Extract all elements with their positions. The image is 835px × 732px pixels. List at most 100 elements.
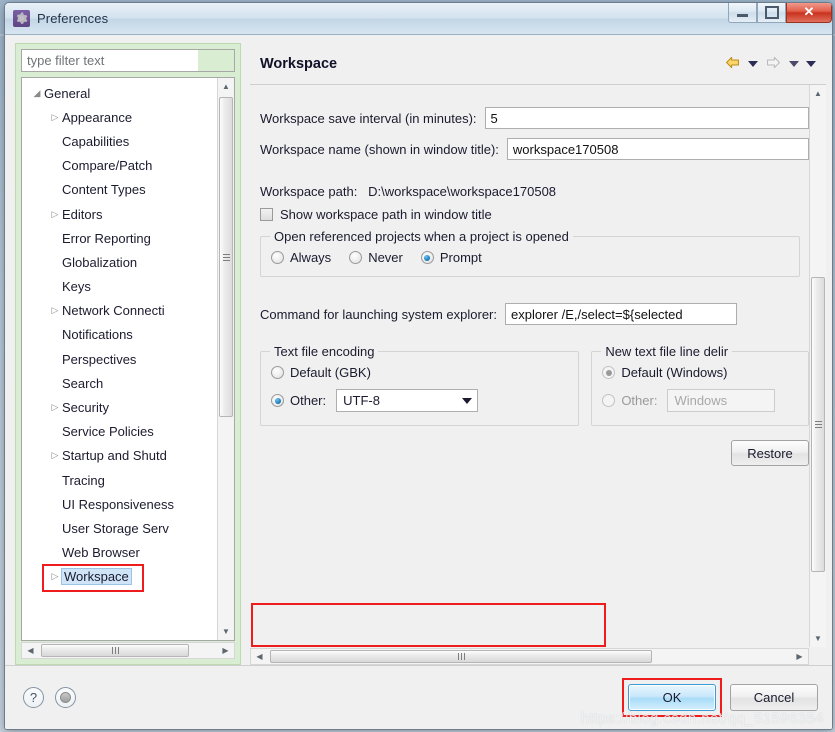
triangle-right-icon[interactable]: ▷ — [48, 402, 62, 413]
page-hscroll-track[interactable] — [268, 649, 791, 664]
apply-button[interactable] — [55, 687, 76, 708]
tree-item-error-reporting[interactable]: Error Reporting — [22, 226, 217, 250]
command-explorer-input[interactable]: explorer /E,/select=${selected — [505, 303, 737, 325]
close-button[interactable]: ✕ — [786, 3, 832, 23]
tree-hscroll-track[interactable] — [39, 643, 217, 658]
footer-buttons: OK Cancel — [622, 678, 818, 717]
tree-item-notifications[interactable]: Notifications — [22, 323, 217, 347]
scroll-down-arrow[interactable]: ▼ — [810, 630, 826, 647]
tree-item-keys[interactable]: Keys — [22, 275, 217, 299]
delimiter-other-row[interactable]: Other: Windows — [602, 389, 798, 412]
tree-horizontal-scrollbar[interactable]: ◀ ▶ — [21, 642, 235, 659]
tree-item-label: General — [44, 85, 91, 101]
delimiter-other-radio[interactable] — [602, 394, 616, 407]
triangle-right-icon[interactable]: ▷ — [48, 450, 62, 461]
forward-arrow-icon[interactable] — [765, 55, 782, 73]
workspace-name-input[interactable]: workspace170508 — [506, 138, 809, 160]
tree-item-label: Startup and Shutd — [62, 448, 167, 464]
triangle-right-icon[interactable]: ▷ — [48, 209, 62, 220]
tree-item-capabilities[interactable]: Capabilities — [22, 129, 217, 153]
tree-item-search[interactable]: Search — [22, 371, 217, 395]
tree-item-appearance[interactable]: ▷ Appearance — [22, 105, 217, 129]
tree-item-compare-patch[interactable]: Compare/Patch — [22, 154, 217, 178]
scroll-down-arrow[interactable]: ▼ — [218, 623, 234, 640]
page-horizontal-scrollbar[interactable]: ◀ ▶ — [250, 648, 809, 665]
window-title-bar[interactable]: Preferences ✕ — [5, 3, 832, 35]
tree-scroll-track[interactable] — [218, 95, 234, 623]
encoding-other-label: Other: — [290, 393, 327, 408]
window-body: type filter text ◢ General ▷ Appearance Capa… — [5, 35, 832, 729]
ok-button[interactable]: OK — [628, 684, 716, 711]
help-button[interactable]: ? — [23, 687, 44, 708]
referenced-projects-option-always[interactable]: Always — [271, 250, 331, 265]
tree-scroll-thumb[interactable] — [219, 97, 233, 417]
radio-never[interactable] — [349, 251, 363, 264]
triangle-right-icon[interactable]: ▷ — [48, 305, 62, 316]
delimiter-default-radio[interactable] — [602, 366, 616, 379]
tree-item-workspace[interactable]: ▷ Workspace — [22, 565, 217, 589]
tree-item-content-types[interactable]: Content Types — [22, 178, 217, 202]
tree-item-editors[interactable]: ▷ Editors — [22, 202, 217, 226]
page-scroll-thumb[interactable] — [811, 277, 825, 572]
restore-defaults-button[interactable]: Restore — [731, 440, 809, 466]
encoding-other-row[interactable]: Other: UTF-8 — [271, 389, 568, 412]
workspace-path-label: Workspace path: — [260, 184, 358, 199]
save-interval-input[interactable]: 5 — [484, 107, 809, 129]
encoding-default-radio[interactable] — [271, 366, 284, 379]
back-history-chevron-down-icon[interactable] — [748, 60, 758, 67]
tree-item-web-browser[interactable]: Web Browser — [22, 541, 217, 565]
restore-defaults-label: Restore — [747, 445, 793, 461]
tree-scroll-area[interactable]: ◢ General ▷ Appearance Capabilities Compare/P… — [22, 78, 217, 640]
referenced-projects-options: Always Never Prompt — [271, 250, 789, 265]
minimize-button[interactable] — [728, 3, 757, 23]
tree-item-service-policies[interactable]: Service Policies — [22, 420, 217, 444]
encoding-other-combo[interactable]: UTF-8 — [336, 389, 479, 412]
tree-item-label: Appearance — [62, 109, 133, 125]
encoding-other-radio[interactable] — [271, 394, 284, 407]
page-hscroll-thumb[interactable] — [270, 650, 652, 663]
scroll-up-arrow[interactable]: ▲ — [810, 85, 826, 102]
delimiter-default-label: Default (Windows) — [621, 365, 728, 380]
maximize-button[interactable] — [757, 3, 786, 23]
scroll-left-arrow[interactable]: ◀ — [22, 643, 39, 658]
page-vertical-scrollbar[interactable]: ▲ ▼ — [809, 85, 826, 647]
scroll-right-arrow[interactable]: ▶ — [217, 643, 234, 658]
chevron-down-icon[interactable] — [457, 397, 477, 404]
tree-item-ui-responsiveness[interactable]: UI Responsiveness — [22, 492, 217, 516]
back-arrow-icon[interactable] — [724, 55, 741, 73]
triangle-right-icon[interactable]: ▷ — [48, 571, 62, 582]
cancel-button[interactable]: Cancel — [730, 684, 818, 711]
tree-item-tracing[interactable]: Tracing — [22, 468, 217, 492]
tree-hscroll-thumb[interactable] — [41, 644, 189, 657]
radio-always[interactable] — [271, 251, 284, 264]
show-workspace-path-row[interactable]: Show workspace path in window title — [260, 207, 809, 222]
scroll-left-arrow[interactable]: ◀ — [251, 649, 268, 664]
tree-item-user-storage-serv[interactable]: User Storage Serv — [22, 516, 217, 540]
radio-prompt[interactable] — [420, 251, 434, 264]
scroll-right-arrow[interactable]: ▶ — [791, 649, 808, 664]
tree-item-globalization[interactable]: Globalization — [22, 250, 217, 274]
delimiter-default-row[interactable]: Default (Windows) — [602, 365, 798, 380]
tree-item-startup-and-shutd[interactable]: ▷ Startup and Shutd — [22, 444, 217, 468]
tree-vertical-scrollbar[interactable]: ▲ ▼ — [217, 78, 234, 640]
scroll-up-arrow[interactable]: ▲ — [218, 78, 234, 95]
restore-row: Restore — [260, 440, 809, 466]
forward-history-chevron-down-icon[interactable] — [789, 60, 799, 67]
page-scroll-track[interactable] — [810, 102, 826, 630]
search-input[interactable]: type filter text — [21, 49, 235, 72]
tree-item-label: Web Browser — [62, 545, 140, 561]
tree-item-general[interactable]: ◢ General — [22, 81, 217, 105]
triangle-down-icon[interactable]: ◢ — [30, 88, 44, 99]
referenced-projects-option-prompt[interactable]: Prompt — [420, 250, 482, 265]
tree-item-label: Error Reporting — [62, 230, 151, 246]
show-workspace-path-checkbox[interactable] — [260, 208, 273, 221]
tree-item-network-connecti[interactable]: ▷ Network Connecti — [22, 299, 217, 323]
triangle-right-icon[interactable]: ▷ — [48, 112, 62, 123]
encoding-default-row[interactable]: Default (GBK) — [271, 365, 568, 380]
tree-item-security[interactable]: ▷ Security — [22, 395, 217, 419]
referenced-projects-option-never[interactable]: Never — [349, 250, 403, 265]
page-scroll-row: Workspace save interval (in minutes): 5 … — [250, 85, 826, 647]
view-menu-chevron-down-icon[interactable] — [806, 60, 816, 67]
tree-item-label: Search — [62, 375, 104, 391]
tree-item-perspectives[interactable]: Perspectives — [22, 347, 217, 371]
